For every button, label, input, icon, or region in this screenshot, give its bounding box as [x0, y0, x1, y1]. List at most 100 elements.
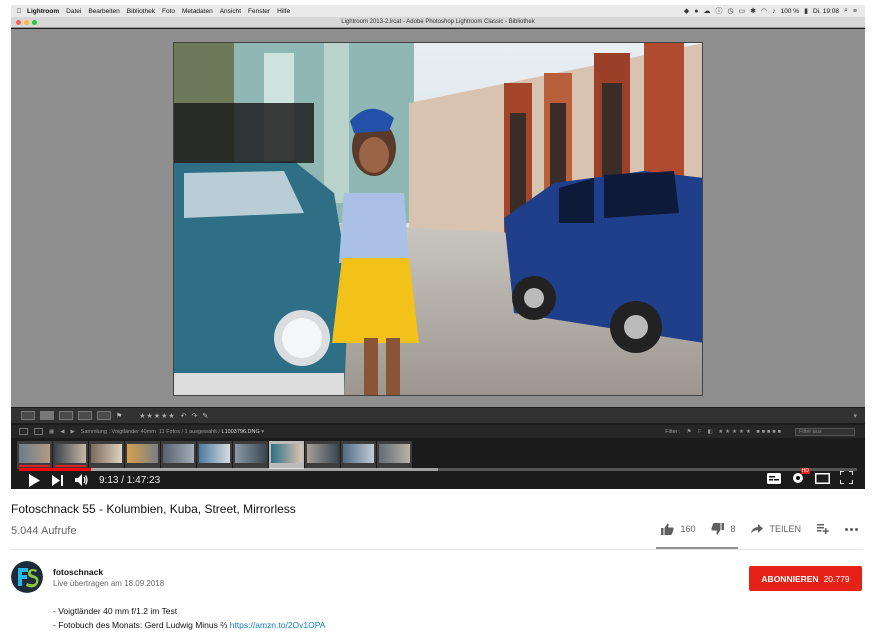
filmstrip-thumb[interactable]: [197, 441, 232, 469]
add-to-playlist-button[interactable]: [817, 524, 829, 534]
collection-name: Sammlung : Voigtländer 40mm: [80, 428, 156, 435]
close-window-icon: [16, 20, 21, 25]
rotate-left-icon[interactable]: ↶: [181, 412, 187, 420]
back-arrow-icon[interactable]: ◀: [60, 429, 64, 435]
dislike-button[interactable]: 8: [711, 523, 735, 535]
next-icon[interactable]: [51, 473, 65, 487]
filter-flag-icons[interactable]: ⚑ ⚐ ◧ ★★★★★ ■■■■■: [687, 429, 783, 435]
filmstrip-thumb[interactable]: [89, 441, 124, 469]
filmstrip-thumb[interactable]: [305, 441, 340, 469]
channel-name[interactable]: fotoschnack: [53, 567, 103, 577]
filmstrip: [17, 441, 417, 469]
menu-item-fenster: Fenster: [248, 7, 271, 15]
subscriber-count: 20.779: [823, 573, 850, 584]
survey-view-button[interactable]: [78, 411, 92, 420]
watched-marker: [55, 465, 86, 467]
filmstrip-thumb[interactable]: [125, 441, 160, 469]
watched-marker: [19, 465, 50, 467]
zoom-window-icon: [32, 20, 37, 25]
share-button[interactable]: TEILEN: [751, 524, 801, 534]
fullscreen-icon[interactable]: [839, 470, 854, 489]
video-description: - Voigtländer 40 mm f/1.2 im Test - Foto…: [53, 604, 325, 632]
like-button[interactable]: 160: [661, 523, 695, 535]
primary-window-icon[interactable]: [19, 428, 28, 435]
filmstrip-header: ▦ ◀ ▶ Sammlung : Voigtländer 40mm 11 Fot…: [11, 425, 865, 438]
menu-item-datei: Datei: [66, 7, 82, 15]
menu-item-foto: Foto: [161, 7, 175, 15]
video-title: Fotoschnack 55 - Kolumbien, Kuba, Street…: [11, 502, 296, 516]
playlist-add-icon: [817, 524, 829, 534]
filter-label: Filter :: [665, 428, 681, 435]
filmstrip-thumb[interactable]: [53, 441, 88, 469]
volume-icon: ♪: [772, 7, 776, 15]
filmstrip-source-path[interactable]: Sammlung : Voigtländer 40mm 11 Fotos / 1…: [81, 429, 264, 435]
secondary-window-icon[interactable]: [34, 428, 43, 435]
more-horizontal-icon: [845, 527, 858, 531]
volume-icon[interactable]: [75, 473, 89, 487]
video-player[interactable]:  Lightroom Datei Bearbeiten Bibliothek …: [11, 5, 865, 489]
battery-icon: ▮: [804, 8, 808, 15]
section-divider: [11, 549, 863, 550]
menu-item-metadaten: Metadaten: [181, 7, 213, 15]
menu-list-icon: ≡: [852, 7, 857, 15]
like-count: 160: [680, 524, 696, 534]
theater-mode-icon[interactable]: [815, 471, 830, 489]
thumbs-up-icon: [661, 523, 675, 535]
minimize-window-icon: [24, 20, 29, 25]
player-controls: 9:13 / 1:47:23 HD: [11, 467, 865, 490]
publish-date: Live übertragen am 18.09.2018: [53, 579, 165, 588]
share-arrow-icon: [751, 524, 764, 534]
filmstrip-thumb-selected[interactable]: [269, 441, 304, 469]
youtube-watch-page:  Lightroom Datei Bearbeiten Bibliothek …: [0, 0, 880, 633]
share-label: TEILEN: [769, 524, 801, 534]
filmstrip-thumb[interactable]: [377, 441, 412, 469]
subtitles-icon[interactable]: [767, 471, 781, 489]
grid-icon[interactable]: ▦: [49, 429, 54, 435]
painter-icon[interactable]: ✎: [202, 412, 208, 420]
filmstrip-thumb[interactable]: [233, 441, 268, 469]
video-actions: 160 8 TEILEN: [645, 523, 858, 535]
battery-level: 100 %: [780, 7, 800, 15]
window-traffic-lights: [16, 20, 37, 25]
filmstrip-thumb[interactable]: [161, 441, 196, 469]
mac-menubar:  Lightroom Datei Bearbeiten Bibliothek …: [11, 5, 865, 17]
filmstrip-thumb[interactable]: [341, 441, 376, 469]
grid-view-button[interactable]: [21, 411, 35, 420]
play-icon[interactable]: [27, 473, 41, 487]
flag-icon[interactable]: ⚑: [116, 412, 122, 420]
dropbox-icon: ◆: [683, 8, 690, 15]
menu-item-bearbeiten: Bearbeiten: [88, 7, 120, 15]
lightroom-loupe-view: [11, 29, 865, 407]
channel-avatar[interactable]: [11, 561, 43, 593]
compare-view-button[interactable]: [59, 411, 73, 420]
main-photo: [173, 42, 703, 396]
menu-item-ansicht: Ansicht: [219, 7, 242, 15]
camera-icon: ●: [694, 7, 699, 15]
subscribe-button[interactable]: ABONNIEREN 20.779: [749, 566, 862, 591]
description-line: - Voigtländer 40 mm f/1.2 im Test: [53, 606, 178, 616]
more-actions-button[interactable]: [845, 527, 858, 531]
description-link[interactable]: https://amzn.to/2Ov1OPA: [230, 620, 326, 630]
photo-count: 11 Fotos / 1 ausgewählt /: [158, 428, 220, 435]
filmstrip-thumb[interactable]: [17, 441, 52, 469]
filter-dropdown[interactable]: Filter aus: [795, 427, 855, 436]
info-icon: ⓘ: [715, 8, 723, 15]
cloud-icon: ☁: [703, 8, 711, 15]
view-count: 5.044 Aufrufe: [11, 525, 77, 537]
dislike-count: 8: [730, 524, 736, 534]
search-icon: ⌕: [843, 7, 848, 14]
toolbar-menu-chevron-icon[interactable]: ▾: [853, 412, 857, 420]
description-line: - Fotobuch des Monats: Gerd Ludwig Minus…: [53, 618, 325, 632]
forward-arrow-icon[interactable]: ▶: [70, 429, 74, 435]
time-display: 9:13 / 1:47:23: [99, 474, 161, 486]
menubar-tray: ◆ ● ☁ ⓘ ◷ ▭ ✱ ◠ ♪ 100 % ▮ Di. 19:08 ⌕ ≡: [684, 6, 865, 16]
timemachine-icon: ◷: [727, 8, 734, 15]
settings-gear-icon[interactable]: HD: [791, 467, 810, 490]
people-view-button[interactable]: [97, 411, 111, 420]
rating-stars[interactable]: ★★★★★: [139, 412, 175, 420]
rotate-right-icon[interactable]: ↷: [192, 412, 198, 420]
loupe-view-button[interactable]: [40, 411, 54, 420]
menu-item-hilfe: Hilfe: [277, 7, 291, 15]
thumbs-down-icon: [711, 523, 725, 535]
lightroom-toolbar: ⚑ ★★★★★ ↶ ↷ ✎ ▾: [11, 407, 865, 423]
